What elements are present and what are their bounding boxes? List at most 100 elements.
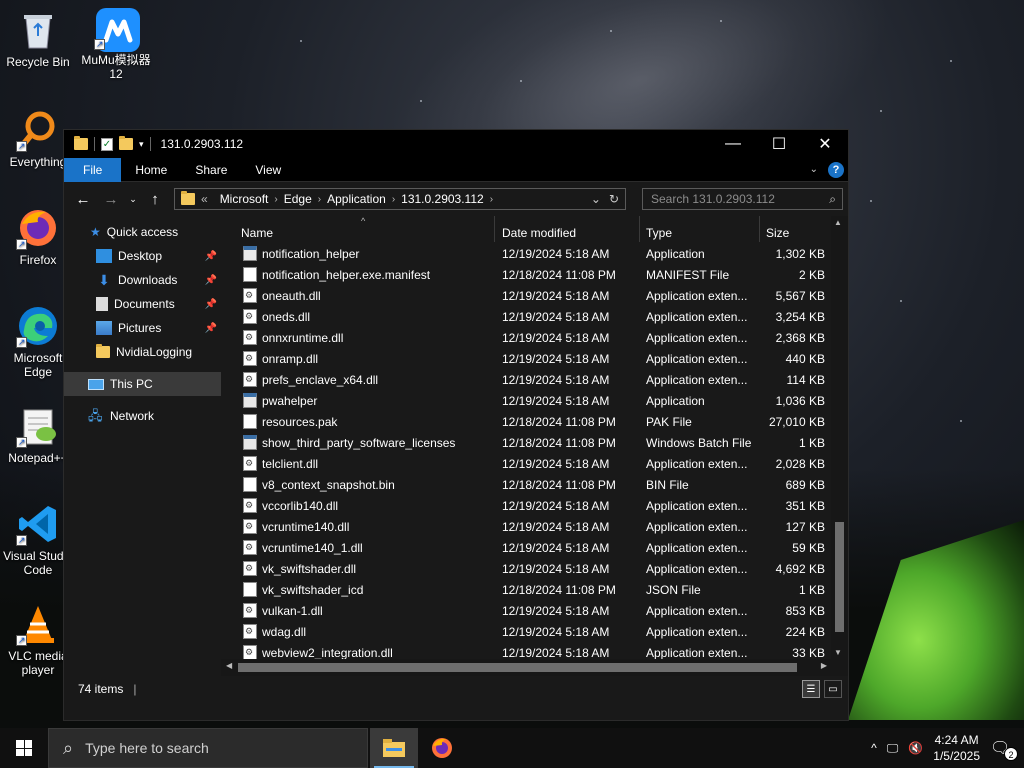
column-header-date[interactable]: Date modified (502, 226, 576, 240)
vertical-scrollbar[interactable]: ▲ ▼ (831, 216, 848, 659)
dll-file-icon (243, 519, 257, 534)
new-folder-icon[interactable] (119, 136, 133, 150)
breadcrumb-edge[interactable]: Edge (278, 192, 318, 206)
scrollbar-thumb[interactable] (238, 663, 797, 672)
breadcrumb-microsoft[interactable]: Microsoft (214, 192, 275, 206)
file-date: 12/19/2024 5:18 AM (502, 288, 610, 303)
table-row[interactable]: vcruntime140.dll 12/19/2024 5:18 AM Applic… (221, 516, 848, 537)
network-status-icon[interactable]: 🖵 (887, 741, 899, 756)
chevron-right-icon[interactable]: › (490, 194, 493, 205)
table-row[interactable]: notification_helper.exe.manifest 12/18/20… (221, 264, 848, 285)
vlc-icon (16, 602, 60, 647)
table-row[interactable]: pwahelper 12/19/2024 5:18 AM Application 1,… (221, 390, 848, 411)
desktop-folder-icon (96, 249, 112, 263)
breadcrumb-version[interactable]: 131.0.2903.112 (395, 192, 490, 206)
up-button[interactable]: ↑ (142, 187, 168, 211)
breadcrumb-overflow[interactable]: « (195, 192, 214, 206)
desktop-icon-recycle-bin[interactable]: Recycle Bin (0, 8, 76, 69)
pin-icon: 📌 (204, 250, 217, 262)
close-button[interactable]: ✕ (802, 130, 848, 158)
start-button[interactable] (0, 728, 48, 768)
nav-nvidialogging[interactable]: NvidiaLogging (64, 340, 221, 364)
file-date: 12/19/2024 5:18 AM (502, 393, 610, 408)
scroll-up-arrow-icon[interactable]: ▲ (834, 218, 842, 227)
breadcrumb-application[interactable]: Application (321, 192, 392, 206)
volume-muted-icon[interactable]: 🔇 (908, 741, 923, 755)
address-bar[interactable]: « Microsoft › Edge › Application › 131.0… (174, 188, 626, 210)
notification-center-button[interactable]: 🗨 2 (990, 738, 1018, 761)
pin-icon: 📌 (204, 298, 217, 310)
dll-file-icon (243, 540, 257, 555)
table-row[interactable]: onnxruntime.dll 12/19/2024 5:18 AM Applica… (221, 327, 848, 348)
table-row[interactable]: v8_context_snapshot.bin 12/18/2024 11:08 … (221, 474, 848, 495)
nav-network[interactable]: 🖧 Network (64, 404, 221, 428)
table-row[interactable]: vk_swiftshader_icd 12/18/2024 11:08 PM JSO… (221, 579, 848, 600)
desktop-icon-mumu[interactable]: MuMu模拟器 12 (78, 6, 154, 81)
nav-this-pc[interactable]: This PC (64, 372, 221, 396)
column-header-type[interactable]: Type (646, 226, 672, 240)
scroll-left-arrow-icon[interactable]: ◀ (226, 661, 232, 670)
taskbar-file-explorer[interactable] (370, 728, 418, 768)
table-row[interactable]: vccorlib140.dll 12/19/2024 5:18 AM Applica… (221, 495, 848, 516)
table-row[interactable]: notification_helper 12/19/2024 5:18 AM App… (221, 243, 848, 264)
table-row[interactable]: prefs_enclave_x64.dll 12/19/2024 5:18 AM A… (221, 369, 848, 390)
taskbar-search-box[interactable]: ⌕ Type here to search (48, 728, 368, 768)
scrollbar-thumb[interactable] (835, 522, 844, 632)
title-bar[interactable]: ✓ ▾ 131.0.2903.112 — ☐ ✕ (64, 130, 848, 158)
maximize-button[interactable]: ☐ (756, 130, 802, 158)
tab-view[interactable]: View (241, 158, 295, 182)
table-row[interactable]: vulkan-1.dll 12/19/2024 5:18 AM Applicatio… (221, 600, 848, 621)
horizontal-scrollbar[interactable]: ◀ ▶ (221, 659, 848, 676)
column-header-size[interactable]: Size (766, 226, 789, 240)
expand-ribbon-chevron-icon[interactable]: ⌄ (810, 164, 818, 175)
clock[interactable]: 4:24 AM 1/5/2025 (933, 732, 980, 764)
column-header-name[interactable]: Name (241, 226, 273, 240)
tab-share[interactable]: Share (181, 158, 241, 182)
system-tray: ^ 🖵 🔇 4:24 AM 1/5/2025 🗨 2 (871, 732, 1024, 764)
scroll-right-arrow-icon[interactable]: ▶ (821, 661, 827, 670)
nav-desktop[interactable]: Desktop 📌 (64, 244, 221, 268)
folder-icon (96, 344, 110, 358)
folder-icon (181, 191, 195, 205)
customize-toolbar-chevron-icon[interactable]: ▾ (139, 139, 144, 150)
window-title: 131.0.2903.112 (160, 137, 244, 151)
file-name: vulkan-1.dll (262, 603, 323, 618)
forward-button[interactable]: → (98, 187, 124, 211)
table-row[interactable]: oneauth.dll 12/19/2024 5:18 AM Application… (221, 285, 848, 306)
nav-quick-access[interactable]: ★ Quick access (64, 220, 221, 244)
table-row[interactable]: vcruntime140_1.dll 12/19/2024 5:18 AM Appl… (221, 537, 848, 558)
table-row[interactable]: resources.pak 12/18/2024 11:08 PM PAK File… (221, 411, 848, 432)
table-row[interactable]: telclient.dll 12/19/2024 5:18 AM Applicati… (221, 453, 848, 474)
file-size: 853 KB (785, 603, 825, 618)
large-icons-view-button[interactable]: ▭ (824, 680, 842, 698)
file-name: vk_swiftshader_icd (262, 582, 364, 597)
properties-icon[interactable]: ✓ (101, 137, 113, 151)
table-row[interactable]: vk_swiftshader.dll 12/19/2024 5:18 AM Appl… (221, 558, 848, 579)
help-icon[interactable]: ? (828, 161, 844, 178)
item-count: 74 items (78, 682, 124, 696)
table-row[interactable]: show_third_party_software_licenses 12/18/… (221, 432, 848, 453)
tab-home[interactable]: Home (121, 158, 181, 182)
address-dropdown-chevron-icon[interactable]: ⌄ (591, 192, 601, 206)
dll-file-icon (243, 330, 257, 345)
nav-downloads[interactable]: ⬇ Downloads 📌 (64, 268, 221, 292)
refresh-icon[interactable]: ↻ (609, 192, 619, 206)
pin-icon: 📌 (204, 274, 217, 286)
nav-pictures[interactable]: Pictures 📌 (64, 316, 221, 340)
file-type: Application (646, 246, 705, 261)
nav-documents[interactable]: Documents 📌 (64, 292, 221, 316)
minimize-button[interactable]: — (710, 130, 756, 158)
table-row[interactable]: oneds.dll 12/19/2024 5:18 AM Application e… (221, 306, 848, 327)
back-button[interactable]: ← (70, 187, 96, 211)
table-row[interactable]: onramp.dll 12/19/2024 5:18 AM Application … (221, 348, 848, 369)
recent-locations-chevron-icon[interactable]: ⌄ (126, 187, 140, 211)
search-input[interactable]: Search 131.0.2903.112 ⌕ (642, 188, 843, 210)
file-name: v8_context_snapshot.bin (262, 477, 395, 492)
taskbar-firefox[interactable] (418, 728, 466, 768)
dll-file-icon (243, 498, 257, 513)
scroll-down-arrow-icon[interactable]: ▼ (834, 648, 842, 657)
details-view-button[interactable]: ☰ (802, 680, 820, 698)
show-hidden-icons-chevron-icon[interactable]: ^ (871, 741, 877, 755)
tab-file[interactable]: File (64, 157, 122, 182)
table-row[interactable]: wdag.dll 12/19/2024 5:18 AM Application ex… (221, 621, 848, 642)
